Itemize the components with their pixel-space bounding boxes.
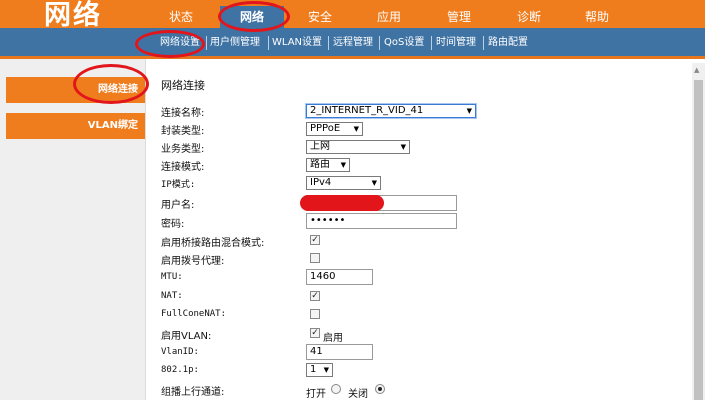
dropdown-arrow-icon: ▼ [340, 161, 346, 169]
service-type-value: 上网 [310, 141, 330, 152]
vlan-id-input[interactable]: 41 [306, 344, 373, 360]
subtab-qos-settings[interactable]: QoS设置 [384, 36, 424, 50]
enable-vlan-label: 启用VLAN: [161, 331, 212, 342]
tab-security[interactable]: 安全 [290, 6, 350, 28]
enable-vlan-text: 启用 [323, 333, 343, 344]
dial-proxy-label: 启用拨号代理: [161, 256, 225, 267]
multicast-on-radio[interactable] [331, 384, 341, 394]
connection-mode-value: 路由 [310, 159, 330, 170]
enable-vlan-checkbox[interactable]: ✓ [310, 328, 320, 338]
dropdown-arrow-icon: ▼ [353, 125, 359, 133]
scroll-up-arrow-icon[interactable]: ▲ [694, 66, 699, 74]
sub-nav-divider [328, 36, 329, 50]
dropdown-arrow-icon: ▼ [400, 143, 406, 151]
mtu-label: MTU: [161, 272, 183, 282]
subtab-route-config[interactable]: 路由配置 [488, 36, 528, 50]
sub-nav-divider [431, 36, 432, 50]
subtab-time-management[interactable]: 时间管理 [436, 36, 476, 50]
password-label: 密码: [161, 219, 185, 230]
connection-name-label: 连接名称: [161, 108, 205, 119]
check-icon: ✓ [311, 291, 319, 301]
sub-nav-divider [206, 36, 207, 50]
redaction-mark [300, 195, 384, 211]
connection-mode-label: 连接模式: [161, 162, 205, 173]
dot1p-select[interactable]: 1 ▼ [306, 363, 333, 377]
encapsulation-value: PPPoE [310, 123, 341, 134]
tab-diagnostics[interactable]: 诊断 [498, 6, 560, 28]
multicast-off-label: 关闭 [348, 389, 368, 400]
dot1p-value: 1 [310, 364, 317, 375]
ip-mode-value: IPv4 [310, 177, 332, 188]
tab-applications[interactable]: 应用 [358, 6, 420, 28]
connection-name-value: 2_INTERNET_R_VID_41 [310, 105, 424, 116]
password-input[interactable]: •••••• [306, 213, 457, 229]
scrollbar-thumb[interactable] [694, 80, 703, 400]
sub-nav-divider [483, 36, 484, 50]
connection-mode-select[interactable]: 路由 ▼ [306, 158, 350, 172]
full-cone-nat-label: FullConeNAT: [161, 309, 227, 319]
username-label: 用户名: [161, 200, 195, 211]
encapsulation-select[interactable]: PPPoE ▼ [306, 122, 363, 136]
full-cone-nat-checkbox[interactable] [310, 309, 320, 319]
dropdown-arrow-icon: ▼ [323, 366, 329, 374]
multicast-off-radio[interactable] [375, 384, 385, 394]
annotation-circle-network-connection [73, 64, 149, 104]
tab-management[interactable]: 管理 [428, 6, 490, 28]
dial-proxy-checkbox[interactable] [310, 253, 320, 263]
bridge-route-mix-checkbox[interactable]: ✓ [310, 235, 320, 245]
service-type-label: 业务类型: [161, 144, 205, 155]
sub-nav-divider [268, 36, 269, 50]
sidebar-item-vlan-binding[interactable]: VLAN绑定 [6, 113, 145, 139]
section-title: 网络连接 [161, 79, 205, 92]
mtu-input[interactable]: 1460 [306, 269, 373, 285]
dropdown-arrow-icon: ▼ [371, 179, 377, 187]
subtab-wlan-settings[interactable]: WLAN设置 [272, 36, 322, 50]
subtab-user-side-management[interactable]: 用户侧管理 [210, 36, 260, 50]
annotation-circle-network-settings [135, 30, 205, 58]
tab-help[interactable]: 帮助 [566, 6, 628, 28]
nat-checkbox[interactable]: ✓ [310, 291, 320, 301]
bridge-route-mix-label: 启用桥接路由混合模式: [161, 238, 265, 249]
sub-nav-divider [379, 36, 380, 50]
left-sidebar [0, 59, 145, 400]
connection-name-select[interactable]: 2_INTERNET_R_VID_41 ▼ [305, 103, 477, 119]
dot1p-label: 802.1p: [161, 365, 199, 375]
nat-label: NAT: [161, 291, 183, 301]
encapsulation-label: 封装类型: [161, 126, 205, 137]
check-icon: ✓ [311, 328, 319, 338]
vlan-id-label: VlanID: [161, 347, 199, 357]
ip-mode-select[interactable]: IPv4 ▼ [306, 176, 381, 190]
subtab-remote-management[interactable]: 远程管理 [333, 36, 373, 50]
dropdown-arrow-icon: ▼ [466, 107, 472, 115]
service-type-select[interactable]: 上网 ▼ [306, 140, 410, 154]
check-icon: ✓ [311, 235, 319, 245]
multicast-on-label: 打开 [306, 389, 326, 400]
annotation-circle-network-tab [218, 1, 290, 32]
ip-mode-label: IP模式: [161, 180, 196, 190]
multicast-upstream-label: 组播上行通道: [161, 387, 225, 398]
tab-status[interactable]: 状态 [152, 6, 210, 28]
